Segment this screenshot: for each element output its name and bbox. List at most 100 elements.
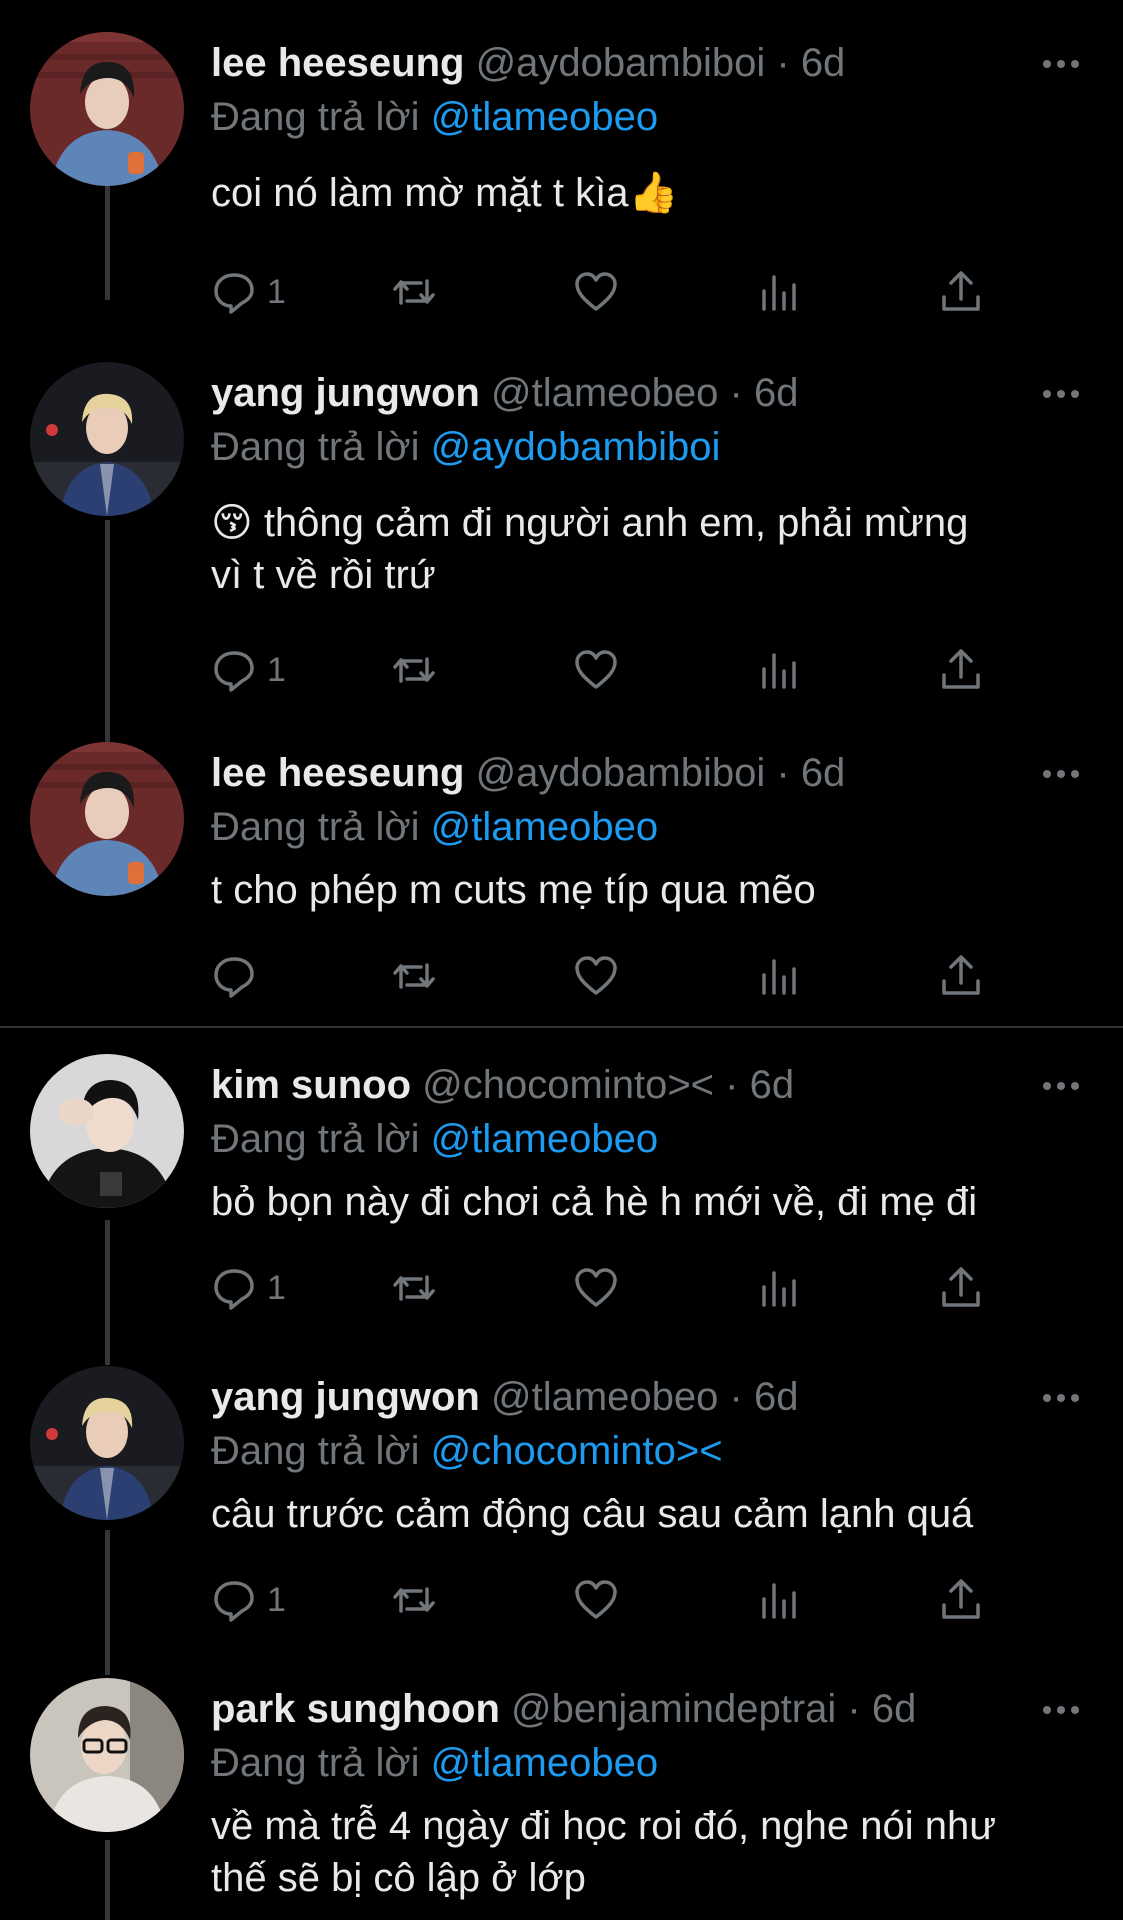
share-button[interactable] — [938, 264, 984, 320]
person-avatar-icon — [30, 1366, 184, 1520]
views-icon — [762, 1583, 796, 1619]
share-icon — [942, 955, 980, 995]
replying-to: Đang trả lời @tlameobeo — [211, 804, 658, 850]
reply-button[interactable]: 1 — [211, 1572, 286, 1628]
timestamp[interactable]: 6d — [754, 371, 799, 415]
tweet[interactable]: park sunghoon @benjamindeptrai · 6d Đang… — [0, 1678, 1123, 1920]
reply-thread: lee heeseung @aydobambiboi · 6d Đang trả… — [0, 0, 1123, 1920]
more-options-icon[interactable] — [1039, 374, 1083, 414]
mention-link[interactable]: @aydobambiboi — [431, 425, 721, 469]
reply-button[interactable] — [211, 948, 267, 1004]
timestamp[interactable]: 6d — [754, 1375, 799, 1419]
mention-link[interactable]: @tlameobeo — [431, 1741, 658, 1785]
more-options-icon[interactable] — [1039, 754, 1083, 794]
separator: · — [729, 1375, 743, 1419]
retweet-icon — [393, 657, 435, 683]
like-button[interactable] — [573, 1260, 619, 1316]
timestamp[interactable]: 6d — [872, 1687, 917, 1731]
reply-button[interactable]: 1 — [211, 642, 286, 698]
views-button[interactable] — [756, 948, 802, 1004]
reply-button[interactable]: 1 — [211, 1260, 286, 1316]
retweet-icon — [393, 1275, 435, 1301]
tweet[interactable]: yang jungwon @tlameobeo · 6d Đang trả lờ… — [0, 362, 1123, 722]
display-name[interactable]: kim sunoo — [211, 1063, 411, 1107]
views-icon — [762, 1271, 796, 1307]
like-button[interactable] — [573, 642, 619, 698]
handle[interactable]: @tlameobeo — [491, 1375, 718, 1419]
tweet-text-line: vì t về rồi trứ — [211, 553, 436, 597]
share-icon — [942, 271, 980, 311]
views-button[interactable] — [756, 642, 802, 698]
handle[interactable]: @tlameobeo — [491, 371, 718, 415]
heart-icon — [575, 956, 617, 995]
mention-link[interactable]: @tlameobeo — [431, 805, 658, 849]
tweet-header: park sunghoon @benjamindeptrai · 6d — [211, 1686, 1043, 1732]
tweet-header: lee heeseung @aydobambiboi · 6d — [211, 750, 1043, 796]
tweet[interactable]: kim sunoo @chocominto>< · 6d Đang trả lờ… — [0, 1054, 1123, 1322]
person-avatar-icon — [30, 362, 184, 516]
share-button[interactable] — [938, 1260, 984, 1316]
views-button[interactable] — [756, 264, 802, 320]
display-name[interactable]: yang jungwon — [211, 371, 480, 415]
handle[interactable]: @aydobambiboi — [476, 41, 766, 85]
reply-icon — [214, 1581, 254, 1622]
retweet-button[interactable] — [391, 1260, 437, 1316]
retweet-button[interactable] — [391, 948, 437, 1004]
mention-link[interactable]: @tlameobeo — [431, 1117, 658, 1161]
display-name[interactable]: lee heeseung — [211, 41, 464, 85]
share-button[interactable] — [938, 1572, 984, 1628]
share-button[interactable] — [938, 642, 984, 698]
tweet-text: coi nó làm mờ mặt t kìa👍 — [211, 167, 1083, 219]
replying-to-label: Đang trả lời — [211, 1741, 420, 1785]
tweet[interactable]: lee heeseung @aydobambiboi · 6d Đang trả… — [0, 32, 1123, 314]
retweet-button[interactable] — [391, 264, 437, 320]
more-options-icon[interactable] — [1039, 1690, 1083, 1730]
display-name[interactable]: yang jungwon — [211, 1375, 480, 1419]
display-name[interactable]: lee heeseung — [211, 751, 464, 795]
heart-icon — [575, 650, 617, 689]
tweet-text: câu trước cảm động câu sau cảm lạnh quá — [211, 1488, 1083, 1540]
like-button[interactable] — [573, 264, 619, 320]
avatar[interactable] — [30, 1054, 184, 1208]
tweet-text: t cho phép m cuts mẹ típ qua mẽo — [211, 864, 1083, 916]
replying-to: Đang trả lời @chocominto>< — [211, 1428, 723, 1474]
replying-to-label: Đang trả lời — [211, 95, 420, 139]
avatar[interactable] — [30, 1678, 184, 1832]
replying-to-label: Đang trả lời — [211, 425, 420, 469]
more-options-icon[interactable] — [1039, 1378, 1083, 1418]
avatar[interactable] — [30, 362, 184, 516]
like-button[interactable] — [573, 948, 619, 1004]
action-bar: 1 — [211, 1572, 1011, 1628]
avatar[interactable] — [30, 742, 184, 896]
handle[interactable]: @chocominto>< — [422, 1063, 714, 1107]
timestamp[interactable]: 6d — [801, 41, 846, 85]
tweet-text-line: t cho phép m cuts mẹ típ qua mẽo — [211, 868, 816, 912]
mention-link[interactable]: @chocominto>< — [431, 1429, 723, 1473]
more-options-icon[interactable] — [1039, 44, 1083, 84]
handle[interactable]: @benjamindeptrai — [511, 1687, 836, 1731]
timestamp[interactable]: 6d — [750, 1063, 795, 1107]
display-name[interactable]: park sunghoon — [211, 1687, 500, 1731]
share-button[interactable] — [938, 948, 984, 1004]
conversation-divider — [0, 1026, 1123, 1028]
separator: · — [776, 751, 790, 795]
reply-button[interactable]: 1 — [211, 264, 286, 320]
retweet-icon — [393, 1587, 435, 1613]
handle[interactable]: @aydobambiboi — [476, 751, 766, 795]
more-options-icon[interactable] — [1039, 1066, 1083, 1106]
views-button[interactable] — [756, 1572, 802, 1628]
tweet-text: bỏ bọn này đi chơi cả hè h mới về, đi mẹ… — [211, 1176, 1083, 1228]
like-button[interactable] — [573, 1572, 619, 1628]
tweet[interactable]: lee heeseung @aydobambiboi · 6d Đang trả… — [0, 742, 1123, 1012]
avatar[interactable] — [30, 1366, 184, 1520]
tweet-text-line: thế sẽ bị cô lập ở lớp — [211, 1856, 586, 1900]
replying-to: Đang trả lời @tlameobeo — [211, 1740, 658, 1786]
avatar[interactable] — [30, 32, 184, 186]
person-avatar-icon — [30, 32, 184, 186]
timestamp[interactable]: 6d — [801, 751, 846, 795]
views-button[interactable] — [756, 1260, 802, 1316]
tweet[interactable]: yang jungwon @tlameobeo · 6d Đang trả lờ… — [0, 1366, 1123, 1634]
mention-link[interactable]: @tlameobeo — [431, 95, 658, 139]
retweet-button[interactable] — [391, 642, 437, 698]
retweet-button[interactable] — [391, 1572, 437, 1628]
